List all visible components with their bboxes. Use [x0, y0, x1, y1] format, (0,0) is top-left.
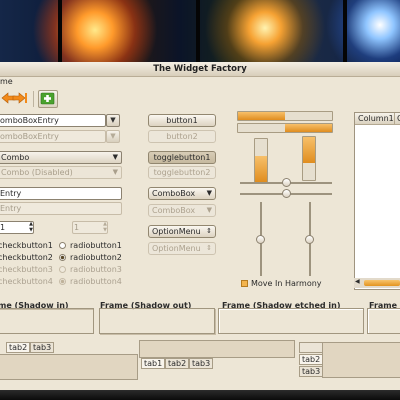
scale-thumb[interactable] — [256, 234, 265, 244]
spin-arrows-disabled: ▲ ▼ — [102, 221, 108, 234]
wallpaper-divider — [196, 0, 200, 62]
radiobutton3: radiobutton3 — [70, 265, 122, 274]
option-menu-disabled-label: OptionMenu — [152, 244, 201, 253]
combobox-entry-dropdown[interactable]: ▼ — [106, 114, 120, 127]
scale-thumb[interactable] — [305, 234, 314, 244]
spin-arrows[interactable]: ▲ ▼ — [28, 221, 34, 234]
notebook-2-tab[interactable]: tab1 — [141, 358, 165, 369]
forward-end-button[interactable] — [11, 90, 29, 106]
chevron-down-icon: ▼ — [110, 132, 116, 140]
combobox[interactable]: ComboBox ▼ — [148, 187, 216, 200]
progress-fill — [285, 124, 332, 132]
checkbutton2[interactable]: checkbutton2 — [0, 253, 53, 262]
radio-indicator — [59, 266, 66, 273]
wallpaper-divider — [58, 0, 62, 62]
combobox-label: ComboBox — [152, 189, 196, 198]
combo-disabled: Combo (Disabled) ▼ — [0, 166, 122, 179]
chevron-down-icon: ▼ — [112, 168, 118, 176]
frame-etched-in — [218, 308, 364, 334]
scroll-left-icon[interactable]: ◀ — [355, 278, 360, 285]
combobox-disabled: ComboBox ▼ — [148, 204, 216, 217]
tree-header: Column1 C — [355, 113, 400, 125]
window-title[interactable]: The Widget Factory — [0, 62, 400, 77]
chevron-down-icon: ▼ — [103, 227, 107, 233]
tree-column-header[interactable]: C — [395, 114, 400, 123]
radio-indicator[interactable] — [59, 242, 66, 249]
notebook-3-tab[interactable]: tab3 — [299, 366, 323, 377]
checkbutton3: checkbutton3 — [0, 265, 53, 274]
combobox-entry[interactable]: omboBoxEntry — [0, 114, 106, 127]
notebook-3-tab[interactable]: tab2 — [299, 354, 323, 365]
updown-arrows-icon: ⇕ — [206, 227, 212, 235]
option-menu-disabled: OptionMenu ⇕ — [148, 242, 216, 255]
notebook-3-page — [322, 342, 400, 378]
radio-indicator — [59, 278, 66, 285]
menubar: me — [0, 76, 400, 88]
frame-shadow-in — [0, 308, 94, 334]
radio-indicator[interactable] — [59, 254, 66, 261]
chevron-down-icon: ▼ — [206, 206, 212, 214]
chevron-down-icon: ▼ — [29, 227, 33, 233]
text-entry-disabled: Entry — [0, 202, 122, 215]
radiobutton4: radiobutton4 — [70, 277, 122, 286]
progress-bar-horizontal-1 — [237, 111, 333, 121]
combo-value: Combo — [1, 153, 30, 162]
notebook-1-tab[interactable]: tab2 — [6, 342, 30, 353]
button1[interactable]: button1 — [148, 114, 216, 127]
add-button[interactable] — [38, 90, 58, 108]
arrow-right-end-icon — [12, 92, 27, 104]
notebook-3-tab[interactable] — [299, 342, 323, 353]
tree-column-header[interactable]: Column1 — [355, 113, 395, 124]
progress-fill — [303, 137, 315, 163]
menu-item[interactable]: me — [0, 77, 13, 86]
notebook-1-page — [0, 354, 138, 380]
wallpaper-divider — [343, 0, 347, 62]
option-menu[interactable]: OptionMenu ⇕ — [148, 225, 216, 238]
combobox-entry-disabled-dropdown: ▼ — [106, 130, 120, 143]
widget-factory-window: The Widget Factory me omboBoxEntry ▼ omb — [0, 62, 400, 390]
checkbutton1[interactable]: checkbutton1 — [0, 241, 53, 250]
progress-fill — [238, 112, 285, 120]
togglebutton1[interactable]: togglebutton1 — [148, 151, 216, 164]
desktop-taskbar — [0, 390, 400, 400]
option-menu-label: OptionMenu — [152, 227, 201, 236]
notebook-2-tab[interactable]: tab2 — [165, 358, 189, 369]
radiobutton2[interactable]: radiobutton2 — [70, 253, 122, 262]
tree-view[interactable]: Column1 C — [354, 112, 400, 290]
notebook-2-tab[interactable]: tab3 — [189, 358, 213, 369]
text-entry[interactable]: Entry — [0, 187, 122, 200]
button2: button2 — [148, 130, 216, 143]
add-icon — [40, 92, 55, 105]
progress-fill — [255, 156, 267, 182]
combobox-entry-disabled: omboBoxEntry — [0, 130, 106, 143]
frame-shadow-out — [99, 308, 215, 334]
togglebutton2: togglebutton2 — [148, 166, 216, 179]
toolbar — [0, 88, 400, 108]
toolbar-separator — [33, 91, 34, 107]
tree-horizontal-scrollbar[interactable]: ◀ — [354, 278, 400, 288]
updown-arrows-icon: ⇕ — [206, 244, 212, 252]
combo-disabled-value: Combo (Disabled) — [1, 168, 73, 177]
scrollbar-thumb[interactable] — [364, 280, 400, 286]
frame — [367, 308, 400, 334]
notebook-1-tab[interactable]: tab3 — [30, 342, 54, 353]
scale-thumb[interactable] — [281, 189, 291, 198]
progress-bar-horizontal-2 — [237, 123, 333, 133]
move-in-harmony-checkbox[interactable] — [241, 280, 248, 287]
chevron-down-icon: ▼ — [112, 153, 118, 161]
scale-thumb[interactable] — [281, 178, 291, 187]
chevron-down-icon: ▼ — [110, 116, 116, 124]
progress-bar-vertical-2 — [302, 136, 316, 181]
checkbutton4: checkbutton4 — [0, 277, 53, 286]
combobox-disabled-label: ComboBox — [152, 206, 196, 215]
move-in-harmony-label[interactable]: Move In Harmony — [251, 279, 322, 288]
notebook-2-page — [139, 340, 295, 358]
progress-bar-vertical-1 — [254, 138, 268, 183]
radiobutton1[interactable]: radiobutton1 — [70, 241, 122, 250]
chevron-down-icon: ▼ — [206, 189, 212, 197]
combo[interactable]: Combo ▼ — [0, 151, 122, 164]
